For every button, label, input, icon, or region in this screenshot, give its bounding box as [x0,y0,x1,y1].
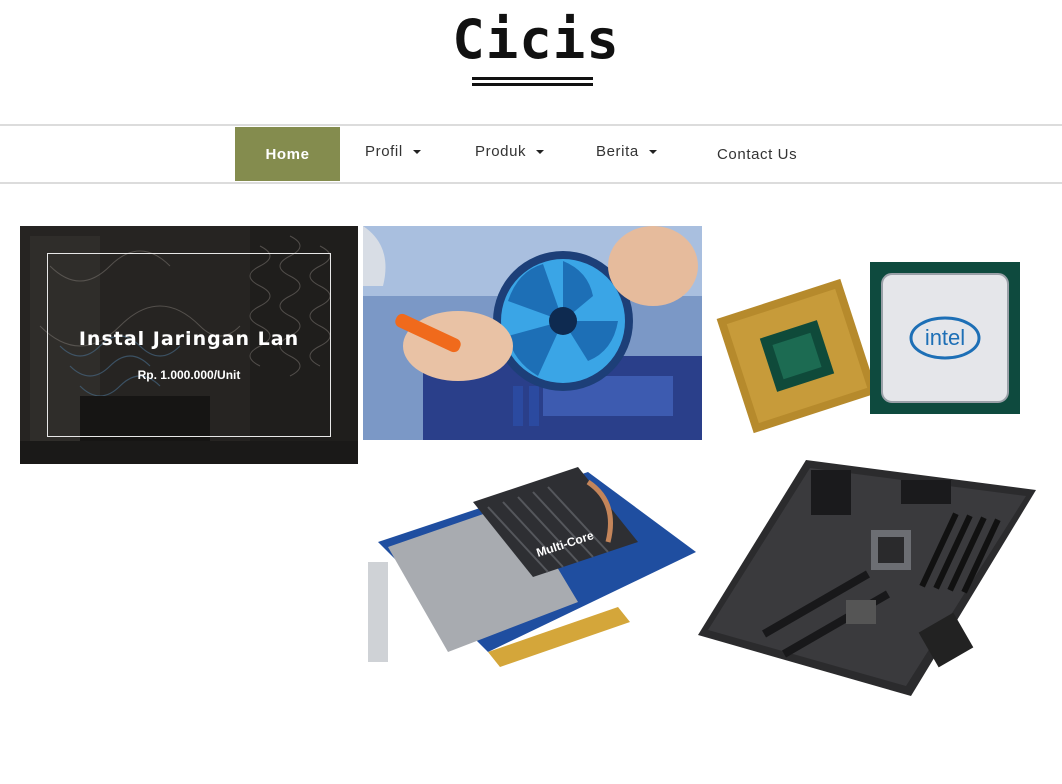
nav-contact-label: Contact Us [717,145,798,163]
product-card-motherboard[interactable] [696,450,1038,700]
nav-berita-label: Berita [596,142,639,160]
product-overlay: Instal Jaringan Lan Rp. 1.000.000/Unit [47,253,331,437]
cpu-cooler-install-image [363,226,702,440]
main-nav: Home Profil Produk Berita Contact Us [0,124,1062,184]
site-header: Cicis [0,0,1062,124]
nav-produk[interactable]: Produk [475,124,545,178]
logo-underline [472,77,593,80]
logo-underline [472,83,593,86]
intel-brand-text: intel [925,325,965,350]
nav-home-label: Home [265,145,310,163]
nav-produk-label: Produk [475,142,527,160]
nav-profil[interactable]: Profil [365,124,421,178]
motherboard-image [696,450,1038,700]
nav-berita[interactable]: Berita [596,124,657,178]
intel-processor-image: intel [712,246,1042,436]
nav-profil-label: Profil [365,142,403,160]
product-card-network[interactable]: Instal Jaringan Lan Rp. 1.000.000/Unit [20,226,358,464]
chevron-down-icon [536,150,545,154]
graphics-card-image: Multi-Core [368,462,698,692]
site-logo[interactable]: Cicis [0,8,1062,71]
nav-home[interactable]: Home [235,127,340,181]
product-card-cooler[interactable] [363,226,702,440]
product-title: Instal Jaringan Lan [78,328,300,350]
product-card-gpu[interactable]: Multi-Core [368,462,698,692]
nav-contact-us[interactable]: Contact Us [717,127,797,181]
product-card-processor[interactable]: intel [712,246,1042,436]
chevron-down-icon [412,150,421,154]
product-price: Rp. 1.000.000/Unit [137,368,241,382]
chevron-down-icon [648,150,657,154]
